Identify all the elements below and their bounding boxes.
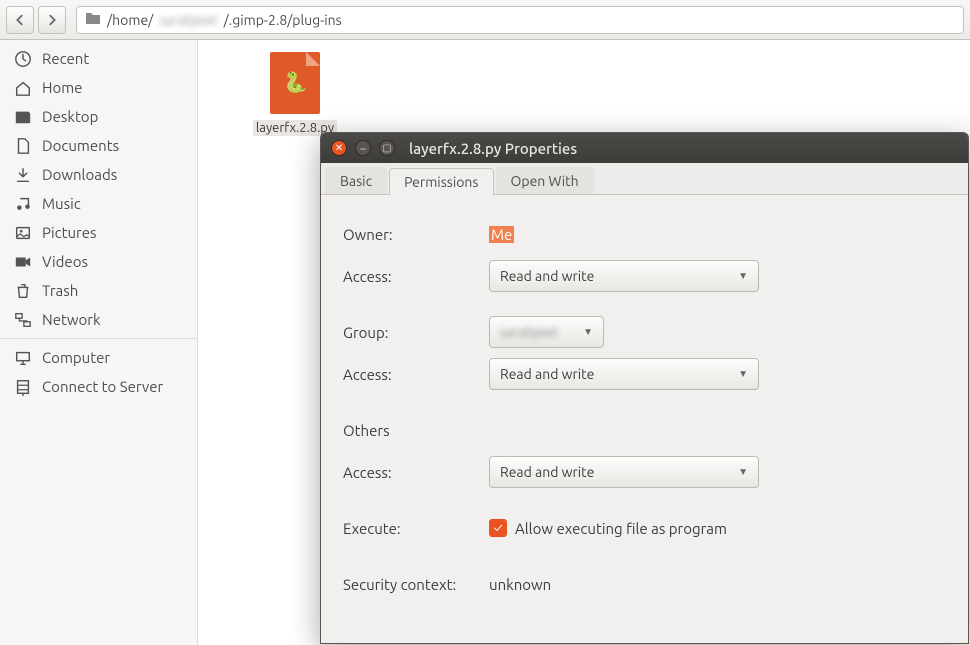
execute-checkbox[interactable]: ✓	[489, 519, 507, 537]
server-icon	[14, 378, 32, 396]
sidebar-item-label: Recent	[42, 50, 89, 67]
path-suffix: /.gimp-2.8/plug-ins	[224, 12, 342, 28]
owner-access-combo[interactable]: Read and write ▼	[489, 260, 759, 292]
sidebar-item-label: Desktop	[42, 108, 98, 125]
permissions-form: Owner: Me Access: Read and write ▼ Group…	[321, 195, 968, 627]
sidebar-item-label: Computer	[42, 349, 110, 366]
sidebar-item-label: Trash	[42, 282, 78, 299]
tab-basic[interactable]: Basic	[325, 167, 387, 194]
home-icon	[14, 79, 32, 97]
dialog-tabs: Basic Permissions Open With	[321, 163, 968, 195]
python-file-icon	[270, 52, 320, 114]
sidebar-item-label: Pictures	[42, 224, 97, 241]
group-access-label: Access:	[343, 366, 489, 383]
path-prefix: /home/	[107, 12, 153, 28]
music-icon	[14, 195, 32, 213]
others-access-label: Access:	[343, 464, 489, 481]
sidebar-item-music[interactable]: Music	[0, 189, 197, 218]
sidebar-item-home[interactable]: Home	[0, 73, 197, 102]
chevron-down-icon: ▼	[738, 466, 748, 478]
sidebar-item-label: Connect to Server	[42, 378, 163, 395]
network-icon	[14, 311, 32, 329]
maximize-icon[interactable]: ▢	[379, 140, 395, 156]
dialog-titlebar[interactable]: ✕ – ▢ layerfx.2.8.py Properties	[321, 133, 968, 163]
properties-dialog: ✕ – ▢ layerfx.2.8.py Properties Basic Pe…	[320, 132, 969, 644]
sidebar-item-downloads[interactable]: Downloads	[0, 160, 197, 189]
sidebar-item-documents[interactable]: Documents	[0, 131, 197, 160]
tab-permissions[interactable]: Permissions	[389, 168, 493, 195]
security-context-value: unknown	[489, 576, 551, 593]
minimize-icon[interactable]: –	[355, 140, 371, 156]
sidebar-item-label: Downloads	[42, 166, 117, 183]
owner-access-label: Access:	[343, 268, 489, 285]
path-bar[interactable]: /home/sarabjeet /.gimp-2.8/plug-ins	[76, 6, 964, 34]
sidebar-item-label: Music	[42, 195, 81, 212]
owner-label: Owner:	[343, 226, 489, 243]
sidebar-item-desktop[interactable]: Desktop	[0, 102, 197, 131]
others-label: Others	[343, 422, 489, 439]
trash-icon	[14, 282, 32, 300]
sidebar-separator	[0, 338, 197, 339]
group-combo[interactable]: sarabjeet ▼	[489, 316, 604, 348]
sidebar-item-label: Documents	[42, 137, 119, 154]
documents-icon	[14, 137, 32, 155]
back-button[interactable]	[6, 6, 34, 34]
sidebar-item-label: Home	[42, 79, 82, 96]
security-context-label: Security context:	[343, 576, 489, 593]
others-access-combo[interactable]: Read and write ▼	[489, 456, 759, 488]
forward-button[interactable]	[38, 6, 66, 34]
chevron-down-icon: ▼	[738, 270, 748, 282]
sidebar-item-videos[interactable]: Videos	[0, 247, 197, 276]
computer-icon	[14, 349, 32, 367]
sidebar-item-network[interactable]: Network	[0, 305, 197, 334]
downloads-icon	[14, 166, 32, 184]
sidebar-item-connect-to-server[interactable]: Connect to Server	[0, 372, 197, 401]
sidebar-item-pictures[interactable]: Pictures	[0, 218, 197, 247]
sidebar-item-recent[interactable]: Recent	[0, 44, 197, 73]
desktop-icon	[14, 108, 32, 126]
sidebar-item-trash[interactable]: Trash	[0, 276, 197, 305]
owner-value: Me	[489, 226, 514, 243]
sidebar-item-label: Network	[42, 311, 101, 328]
group-access-combo[interactable]: Read and write ▼	[489, 358, 759, 390]
chevron-down-icon: ▼	[738, 368, 748, 380]
close-icon[interactable]: ✕	[331, 140, 347, 156]
sidebar-item-label: Videos	[42, 253, 88, 270]
recent-icon	[14, 50, 32, 68]
file-item[interactable]: layerfx.2.8.py	[240, 52, 350, 136]
group-label: Group:	[343, 324, 489, 341]
sidebar-item-computer[interactable]: Computer	[0, 343, 197, 372]
chevron-down-icon: ▼	[583, 326, 593, 338]
tab-open-with[interactable]: Open With	[496, 167, 594, 194]
sidebar: Recent Home Desktop Documents Downloads Music…	[0, 40, 198, 645]
execute-label: Execute:	[343, 520, 489, 537]
execute-text: Allow executing file as program	[515, 520, 727, 537]
videos-icon	[14, 253, 32, 271]
toolbar: /home/sarabjeet /.gimp-2.8/plug-ins	[0, 0, 970, 40]
dialog-title: layerfx.2.8.py Properties	[409, 140, 577, 157]
path-user-blur: sarabjeet	[159, 12, 217, 28]
folder-icon	[85, 11, 101, 28]
pictures-icon	[14, 224, 32, 242]
